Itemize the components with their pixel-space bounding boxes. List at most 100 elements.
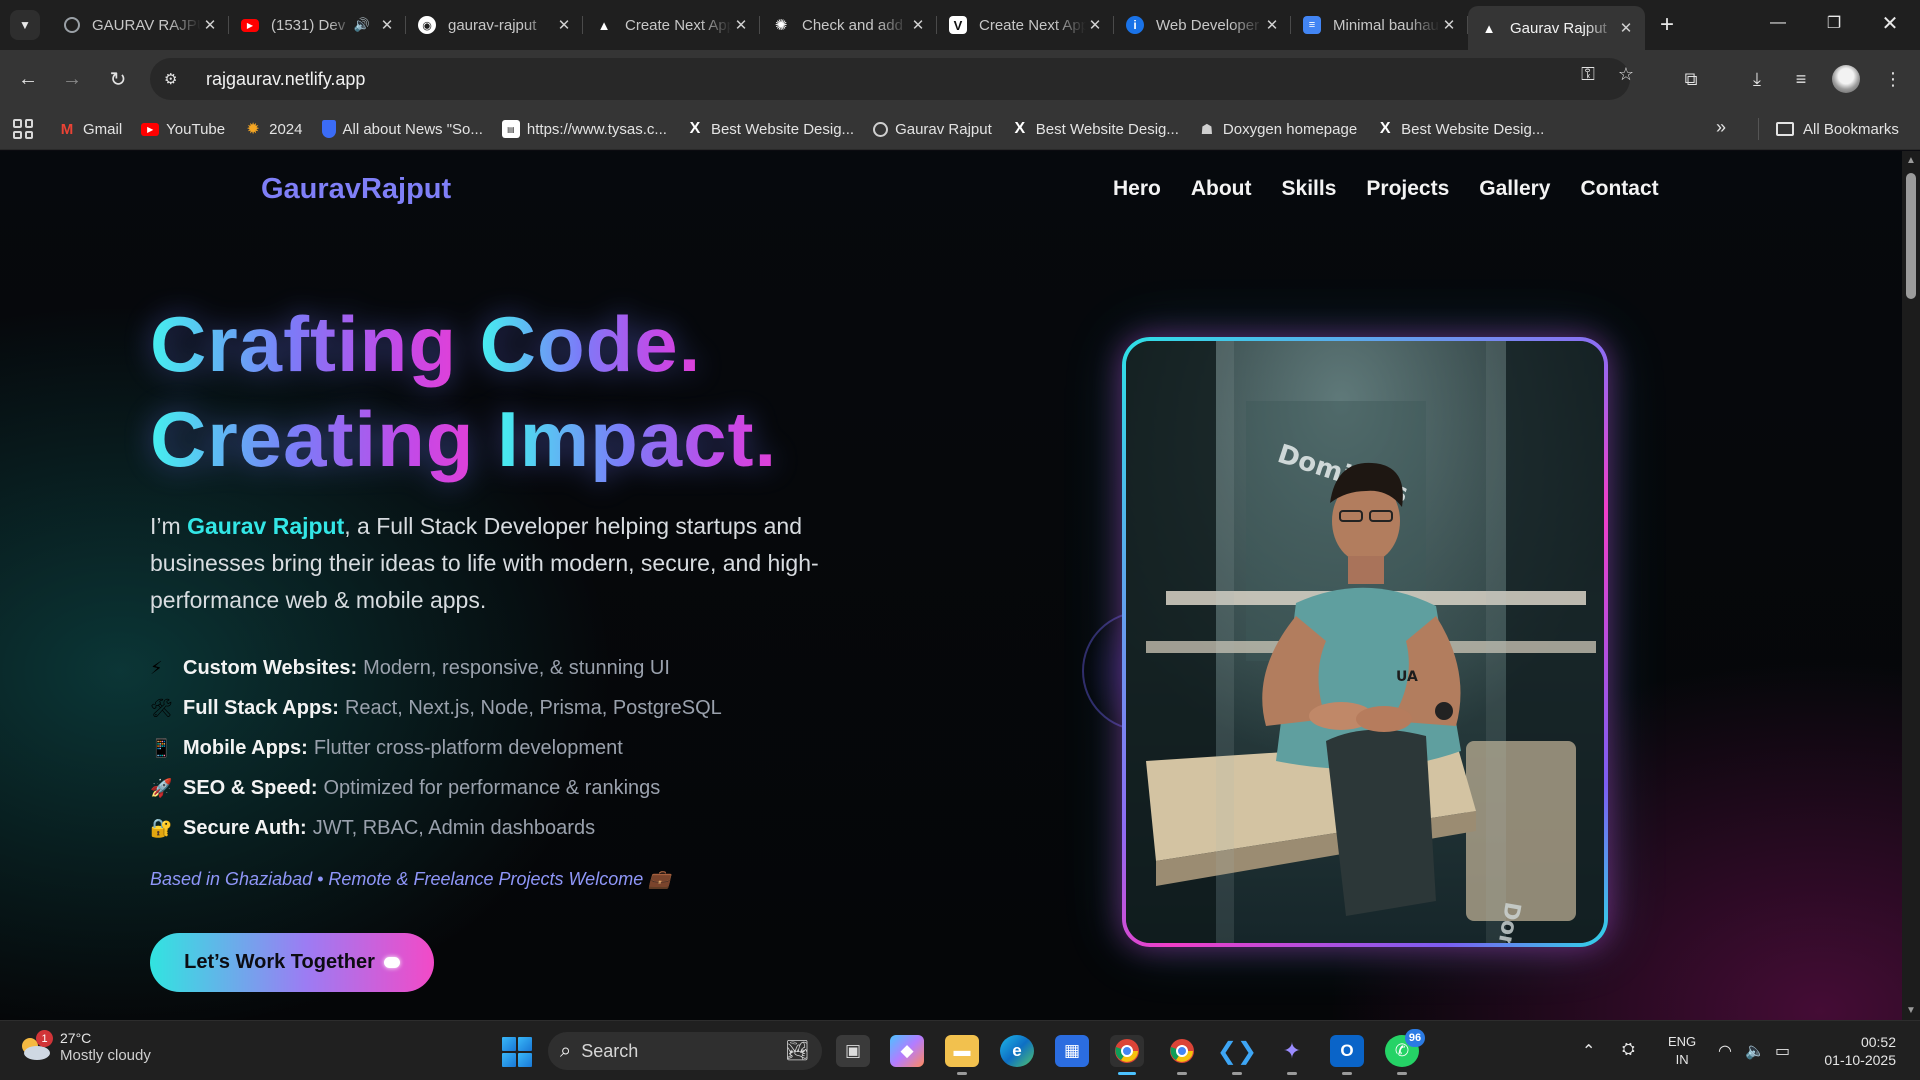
nav-projects[interactable]: Projects [1366, 177, 1449, 201]
system-clock[interactable]: 00:52 01-10-2025 [1818, 1033, 1896, 1069]
outlook-icon[interactable]: O [1330, 1035, 1364, 1075]
region-code: IN [1675, 1052, 1689, 1067]
chat-bubble-icon [383, 957, 400, 968]
bookmark-star-icon[interactable]: ☆ [1612, 60, 1640, 88]
shield-icon [321, 120, 336, 138]
bookmark-gaurav-rajput[interactable]: Gaurav Rajput [873, 121, 992, 138]
extensions-icon[interactable]: ⧉ [1676, 64, 1706, 94]
vscode-icon[interactable]: ❮❯ [1217, 1035, 1257, 1075]
feature-item: 📱 Mobile Apps: Flutter cross-platform de… [150, 728, 722, 768]
close-window-button[interactable]: ✕ [1862, 0, 1918, 46]
battery-icon[interactable]: ▭ [1775, 1041, 1790, 1061]
chrome-profile-icon[interactable] [1165, 1035, 1199, 1075]
close-icon[interactable]: ✕ [909, 16, 927, 34]
copilot-icon[interactable]: ◆ [890, 1035, 924, 1067]
close-icon[interactable]: ✕ [378, 16, 396, 34]
nav-skills[interactable]: Skills [1282, 177, 1337, 201]
apps-grid-icon[interactable] [13, 119, 33, 139]
bookmark-news[interactable]: All about News "So... [321, 120, 483, 138]
scroll-thumb[interactable] [1906, 173, 1916, 299]
close-icon[interactable]: ✕ [732, 16, 750, 34]
all-bookmarks-button[interactable]: All Bookmarks [1776, 108, 1899, 150]
media-control-icon[interactable]: ≡ [1786, 64, 1816, 94]
close-icon[interactable]: ✕ [1086, 16, 1104, 34]
globe-icon [873, 121, 889, 137]
tab-minimal-bauhaus[interactable]: ≡ Minimal bauhaus ✕ [1291, 6, 1468, 44]
headline-word: Creating [150, 395, 475, 483]
chrome-icon[interactable] [1110, 1035, 1144, 1075]
file-explorer-icon[interactable]: ▬ [945, 1035, 979, 1075]
weather-widget[interactable]: 1 27°C Mostly cloudy [18, 1029, 151, 1065]
minimize-button[interactable]: — [1750, 0, 1806, 46]
edge-icon[interactable]: e [1000, 1035, 1034, 1067]
close-icon[interactable]: ✕ [1440, 16, 1458, 34]
tab-check-and-add[interactable]: ✺ Check and add ✕ [760, 6, 937, 44]
close-icon[interactable]: ✕ [555, 16, 573, 34]
download-icon[interactable]: ⤓ [1742, 64, 1772, 94]
tab-create-next-app-1[interactable]: ▲ Create Next App ✕ [583, 6, 760, 44]
profile-avatar[interactable] [1832, 65, 1860, 93]
bookmark-youtube[interactable]: ▶ YouTube [141, 121, 225, 138]
tab-gaurav-rajput-1[interactable]: GAURAV RAJPUT ✕ [52, 6, 229, 44]
ai-studio-icon[interactable]: ✦ [1275, 1035, 1309, 1075]
address-bar[interactable]: ⚙ rajgaurav.netlify.app [150, 58, 1630, 100]
forward-button[interactable]: → [56, 63, 88, 95]
input-language[interactable]: ENG IN [1668, 1033, 1696, 1069]
nav-hero[interactable]: Hero [1113, 177, 1161, 201]
weather-badge: 1 [36, 1030, 53, 1047]
nav-about[interactable]: About [1191, 177, 1252, 201]
menu-dots-icon[interactable]: ⋮ [1878, 64, 1908, 94]
wifi-icon[interactable]: ◠ [1718, 1041, 1732, 1061]
tab-gaurav-rajput-active[interactable]: ▲ Gaurav Rajput ✕ [1468, 6, 1645, 50]
site-nav: Hero About Skills Projects Gallery Conta… [1113, 177, 1689, 201]
bookmark-2024[interactable]: ✹ 2024 [244, 120, 302, 139]
bookmark-tysas[interactable]: ▤ https://www.tysas.c... [501, 120, 667, 138]
taskbar-search[interactable]: ⌕ Search 🏞 [548, 1032, 822, 1070]
tab-search-button[interactable]: ▼ [10, 10, 40, 40]
tab-youtube[interactable]: ▶ (1531) Dev 🔊 ✕ [229, 6, 406, 44]
page-scrollbar[interactable]: ▲ ▼ [1902, 151, 1920, 1020]
bookmark-best-website-2[interactable]: X Best Website Desig... [1011, 120, 1178, 138]
tab-web-developer[interactable]: i Web Developer ✕ [1114, 6, 1291, 44]
site-info-icon[interactable]: ⚙ [164, 70, 188, 88]
chevron-double-right-icon[interactable]: » [1716, 117, 1726, 138]
tab-github[interactable]: ◉ gaurav-rajput ✕ [406, 6, 583, 44]
restore-button[interactable]: ❐ [1806, 0, 1862, 46]
intro-name: Gaurav Rajput [187, 513, 345, 539]
profile-photo: Domino's [1126, 341, 1604, 943]
password-key-icon[interactable]: ⚿ [1574, 60, 1602, 88]
nav-contact[interactable]: Contact [1580, 177, 1658, 201]
back-button[interactable]: ← [12, 63, 44, 95]
new-tab-button[interactable]: + [1652, 10, 1682, 40]
browser-toolbar: ← → ↻ ⚙ rajgaurav.netlify.app ⚿ ☆ ⧉ ⤓ ≡ … [0, 50, 1920, 108]
bookmark-gmail[interactable]: M Gmail [58, 120, 122, 138]
close-icon[interactable]: ✕ [1263, 16, 1281, 34]
close-icon[interactable]: ✕ [1617, 19, 1635, 37]
close-icon[interactable]: ✕ [201, 16, 219, 34]
store-icon[interactable]: ▦ [1055, 1035, 1089, 1067]
openai-icon: ✺ [774, 17, 788, 34]
restore-icon: ❐ [1826, 15, 1842, 32]
tab-create-next-app-2[interactable]: V Create Next App ✕ [937, 6, 1114, 44]
bookmark-best-website-1[interactable]: X Best Website Desig... [686, 120, 854, 138]
windows-taskbar: 1 27°C Mostly cloudy ⌕ Search 🏞 ▣ ◆ ▬ e … [0, 1020, 1920, 1080]
nav-gallery[interactable]: Gallery [1479, 177, 1550, 201]
bookmark-best-website-3[interactable]: X Best Website Desig... [1376, 120, 1544, 138]
start-button[interactable] [502, 1037, 532, 1067]
reload-button[interactable]: ↻ [102, 63, 134, 95]
volume-icon[interactable]: 🔈 [1745, 1041, 1765, 1061]
scroll-down-icon[interactable]: ▼ [1906, 1005, 1916, 1016]
tray-overflow-chevron-icon[interactable]: ⌃ [1582, 1041, 1595, 1061]
v-icon: V [949, 16, 967, 34]
scroll-up-icon[interactable]: ▲ [1906, 155, 1916, 166]
network-status-icon[interactable]: ⛭ [1622, 1041, 1635, 1059]
site-logo[interactable]: GauravRajput [261, 173, 451, 206]
task-view-icon[interactable]: ▣ [836, 1035, 870, 1067]
screen: ▼ GAURAV RAJPUT ✕ ▶ (1531) Dev 🔊 ✕ ◉ gau… [0, 0, 1920, 1080]
whatsapp-icon[interactable]: ✆ 96 [1385, 1029, 1425, 1075]
headline-word: Code. [479, 300, 702, 388]
address-text[interactable]: rajgaurav.netlify.app [206, 69, 365, 90]
bookmark-doxygen[interactable]: ☗ Doxygen homepage [1198, 120, 1358, 138]
speaker-icon[interactable]: 🔊 [354, 17, 370, 33]
work-together-button[interactable]: Let’s Work Together [150, 933, 434, 992]
